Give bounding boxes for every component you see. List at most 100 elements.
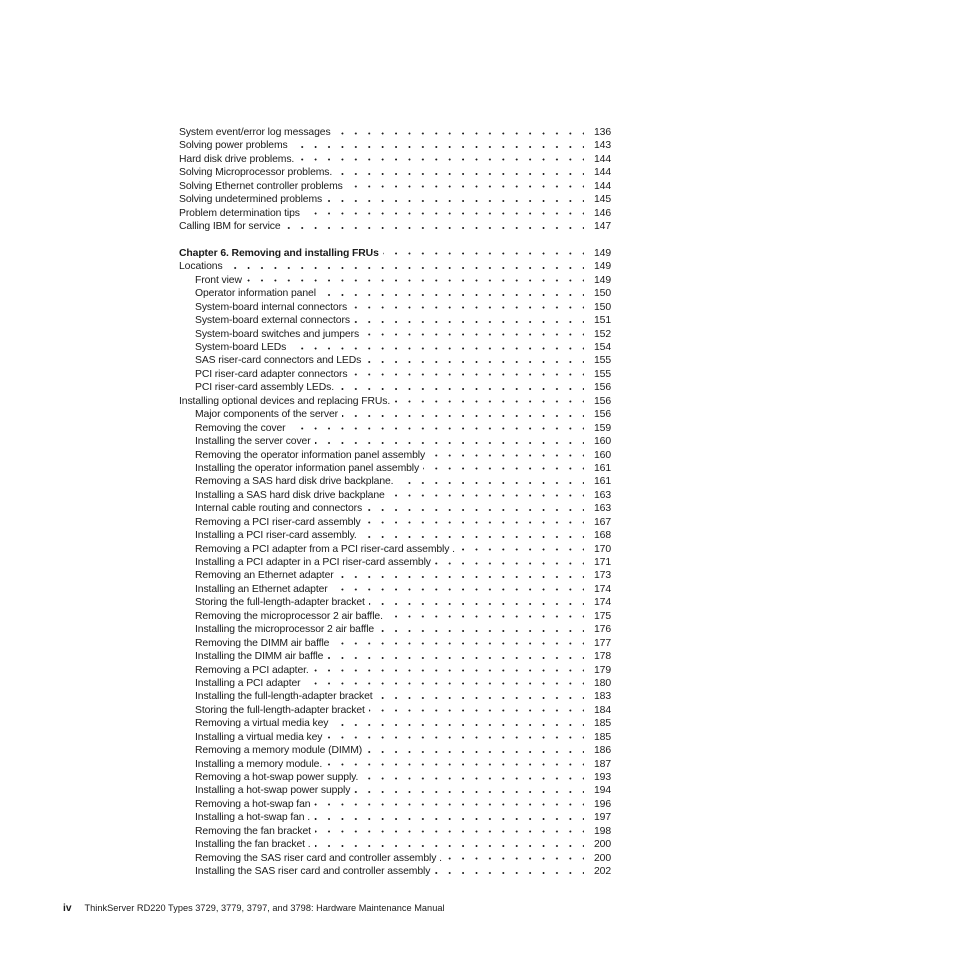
toc-entry[interactable]: Removing a hot-swap power supply. 193 [179,771,611,785]
toc-entry[interactable]: Solving Microprocessor problems. 144 [179,166,611,180]
toc-entry-page-number: 160 [584,448,611,462]
folio-number: iv [63,903,72,914]
toc-entry[interactable]: Installing the server cover 160 [179,435,611,449]
toc-entry-page-number: 171 [584,556,611,570]
toc-entry-label: Installing the full-length-adapter brack… [179,690,377,704]
toc-entry[interactable]: Removing a virtual media key 185 [179,717,611,731]
toc-chapter-entry[interactable]: Chapter 6. Removing and installing FRUs 1… [179,246,611,261]
toc-entry[interactable]: Solving power problems 143 [179,139,611,153]
toc-entry-page-number: 163 [584,502,611,516]
toc-entry-label: Removing an Ethernet adapter [179,569,338,583]
toc-entry[interactable]: Installing a memory module. 187 [179,757,611,772]
toc-entry[interactable]: Installing an Ethernet adapter 174 [179,582,611,597]
toc-entry[interactable]: PCI riser-card assembly LEDs. 156 [179,381,611,395]
toc-entry-page-number: 144 [584,152,611,167]
toc-entry[interactable]: Front view 149 [179,273,611,288]
toc-entry-page-number: 150 [584,287,611,301]
toc-entry[interactable]: Removing the operator information panel … [179,448,611,462]
toc-entry-page-number: 174 [584,596,611,610]
toc-entry-label: Installing a PCI riser-card assembly. [179,529,361,543]
toc-entry[interactable]: Installing the microprocessor 2 air baff… [179,623,611,637]
toc-entry-label: Installing a PCI adapter in a PCI riser-… [179,556,435,570]
toc-entry-page-number: 175 [584,609,611,624]
toc-entry[interactable]: Installing the operator information pane… [179,461,611,476]
toc-entry[interactable]: System-board switches and jumpers 152 [179,327,611,342]
toc-entry-page-number: 178 [584,650,611,664]
toc-entry[interactable]: Removing a hot-swap fan 196 [179,797,611,812]
toc-entry-label: Installing a virtual media key [179,730,327,745]
toc-entry[interactable]: SAS riser-card connectors and LEDs 155 [179,354,611,368]
toc-entry-page-number: 167 [584,515,611,530]
toc-entry-label: System event/error log messages [179,126,335,140]
toc-entry[interactable]: Installing the DIMM air baffle 178 [179,650,611,664]
toc-entry[interactable]: Installing a PCI riser-card assembly. 168 [179,529,611,543]
toc-entry-page-number: 151 [584,314,611,328]
toc-entry[interactable]: Storing the full-length-adapter bracket 1… [179,596,611,610]
toc-entry[interactable]: Internal cable routing and connectors 163 [179,502,611,516]
toc-entry[interactable]: Removing an Ethernet adapter 173 [179,569,611,583]
toc-entry-page-number: 187 [584,757,611,772]
toc-entry[interactable]: Removing a PCI adapter from a PCI riser-… [179,542,611,557]
toc-entry[interactable]: Removing the microprocessor 2 air baffle… [179,609,611,624]
toc-entry[interactable]: Installing a PCI adapter 180 [179,676,611,691]
toc-entry-page-number: 144 [584,179,611,194]
toc-entry[interactable]: Major components of the server 156 [179,408,611,422]
toc-entry-page-number: 176 [584,623,611,637]
toc-entry[interactable]: Installing a PCI adapter in a PCI riser-… [179,556,611,570]
toc-entry-page-number: 149 [584,260,611,274]
toc-entry-label: Removing a virtual media key [179,717,333,731]
toc-entry[interactable]: Solving undetermined problems 145 [179,193,611,207]
toc-entry-page-number: 177 [584,636,611,651]
toc-entry[interactable]: Removing the SAS riser card and controll… [179,851,611,866]
toc-entry-page-number: 154 [584,341,611,355]
toc-entry[interactable]: System-board internal connectors 150 [179,300,611,315]
toc-entry[interactable]: Installing a hot-swap fan . 197 [179,811,611,825]
toc-entry-page-number: 146 [584,206,611,221]
toc-entry-label: Solving Microprocessor problems. [179,166,337,180]
toc-entry[interactable]: PCI riser-card adapter connectors 155 [179,367,611,382]
toc-entry[interactable]: Solving Ethernet controller problems 144 [179,179,611,194]
toc-entry[interactable]: Hard disk drive problems. 144 [179,152,611,167]
toc-entry-page-number: 183 [584,690,611,704]
toc-entry-label: Locations [179,260,227,274]
toc-entry[interactable]: System event/error log messages 136 [179,126,611,140]
toc-entry[interactable]: Locations 149 [179,260,611,274]
toc-entry[interactable]: Installing optional devices and replacin… [179,394,611,409]
toc-entry[interactable]: System-board LEDs 154 [179,341,611,355]
toc-entry-page-number: 185 [584,717,611,731]
toc-entry[interactable]: Removing a memory module (DIMM) 186 [179,744,611,758]
toc-entry-page-number: 147 [584,220,611,234]
toc-entry[interactable]: Calling IBM for service 147 [179,220,611,234]
toc-entry-page-number: 200 [584,851,611,866]
toc-entry[interactable]: Installing a virtual media key 185 [179,730,611,745]
toc-entry-page-number: 149 [584,246,611,261]
toc-entry[interactable]: Storing the full-length-adapter bracket 1… [179,703,611,718]
toc-entry[interactable]: Installing the SAS riser card and contro… [179,865,611,879]
toc-entry-page-number: 155 [584,367,611,382]
toc-entry[interactable]: Removing the fan bracket 198 [179,824,611,839]
toc-entry[interactable]: Removing the cover 159 [179,421,611,436]
toc-entry[interactable]: Installing a hot-swap power supply 194 [179,784,611,798]
toc-entry-page-number: 145 [584,193,611,207]
toc-entry-page-number: 149 [584,273,611,288]
toc-entry[interactable]: Removing the DIMM air baffle 177 [179,636,611,651]
toc-entry-label: Chapter 6. Removing and installing FRUs [179,246,383,261]
toc-entry-label: Installing the server cover [179,435,315,449]
toc-entry[interactable]: Installing a SAS hard disk drive backpla… [179,488,611,503]
toc-entry-label: Problem determination tips [179,206,304,221]
toc-entry[interactable]: Problem determination tips 146 [179,206,611,221]
toc-entry-page-number: 156 [584,408,611,422]
toc-entry-page-number: 170 [584,542,611,557]
toc-entry[interactable]: Operator information panel 150 [179,287,611,301]
toc-entry-page-number: 185 [584,730,611,745]
toc-entry[interactable]: Removing a PCI adapter. 179 [179,663,611,677]
toc-entry[interactable]: Installing the fan bracket . 200 [179,838,611,852]
toc-entry-label: Removing a PCI adapter. [179,663,313,677]
toc-entry[interactable]: Installing the full-length-adapter brack… [179,690,611,704]
toc-entry-label: Removing a PCI riser-card assembly [179,515,365,530]
toc-entry[interactable]: Removing a PCI riser-card assembly 167 [179,515,611,530]
toc-entry-label: PCI riser-card assembly LEDs. [179,381,339,395]
toc-entry[interactable]: System-board external connectors 151 [179,314,611,328]
toc-entry[interactable]: Removing a SAS hard disk drive backplane… [179,475,611,489]
toc-entry-label: Installing optional devices and replacin… [179,394,395,409]
